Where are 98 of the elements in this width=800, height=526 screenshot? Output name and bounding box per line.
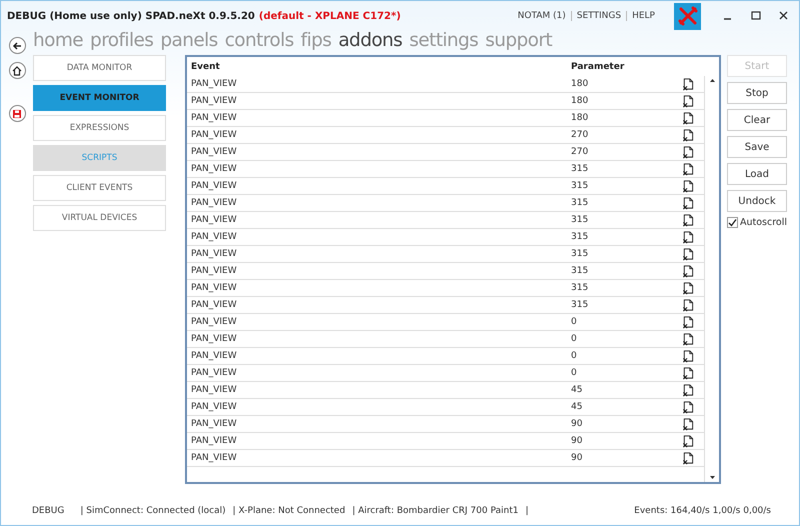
save-icon[interactable] bbox=[8, 105, 26, 122]
document-icon[interactable] bbox=[681, 248, 695, 260]
table-cell-text: PAN_VIEW bbox=[190, 164, 238, 174]
document-icon[interactable] bbox=[681, 128, 695, 142]
table-cell-text: 0 bbox=[571, 334, 578, 344]
document-icon[interactable] bbox=[681, 180, 695, 192]
header-link[interactable]: HELP bbox=[626, 11, 660, 21]
document-icon[interactable] bbox=[681, 78, 695, 90]
table-cell-text: 315 bbox=[571, 181, 590, 191]
home-icon[interactable] bbox=[8, 62, 26, 79]
table-cell-text: PAN_VIEW bbox=[190, 232, 238, 242]
table-cell-text: 45 bbox=[571, 402, 584, 412]
table-cell-text: 315 bbox=[571, 300, 590, 310]
sidebar-item[interactable]: DATA MONITOR bbox=[33, 55, 166, 81]
document-icon[interactable] bbox=[681, 230, 695, 244]
table-cell-text: PAN_VIEW bbox=[190, 249, 238, 259]
document-icon[interactable] bbox=[681, 282, 695, 294]
table-cell-text: PAN_VIEW bbox=[190, 368, 238, 378]
document-icon[interactable] bbox=[681, 112, 695, 124]
table-cell-text: PAN_VIEW bbox=[190, 334, 238, 344]
table-cell-text: 315 bbox=[571, 283, 590, 293]
document-icon[interactable] bbox=[681, 384, 695, 396]
table-cell-text: 315 bbox=[571, 266, 590, 276]
checkbox-label: Autoscroll bbox=[740, 217, 788, 228]
window-title: DEBUG (Home use only) SPAD.neXt 0.9.5.20 bbox=[7, 10, 255, 22]
status-text: | bbox=[525, 506, 529, 516]
back-icon[interactable] bbox=[8, 37, 26, 54]
status-text: | Aircraft: Bombardier CRJ 700 Paint1 bbox=[352, 506, 518, 516]
table-cell-text: 315 bbox=[571, 232, 590, 242]
status-text: | X-Plane: Not Connected bbox=[232, 506, 346, 516]
table-cell-text: 45 bbox=[571, 385, 584, 395]
status-text: DEBUG bbox=[32, 506, 64, 516]
table-cell-text: PAN_VIEW bbox=[190, 436, 238, 446]
action-button[interactable]: Load bbox=[727, 163, 787, 185]
table-cell-text: 180 bbox=[571, 79, 590, 89]
profile-name: (default - XPLANE C172*) bbox=[258, 10, 401, 22]
table-cell-text: 0 bbox=[571, 317, 578, 327]
table-cell-text: PAN_VIEW bbox=[190, 198, 238, 208]
document-icon[interactable] bbox=[681, 264, 695, 278]
table-cell-text: PAN_VIEW bbox=[190, 147, 238, 157]
table-cell-text: 270 bbox=[571, 147, 590, 157]
table-cell-text: PAN_VIEW bbox=[190, 402, 238, 412]
table-cell-text: 0 bbox=[571, 368, 578, 378]
document-icon[interactable] bbox=[681, 366, 695, 380]
table-cell-text: PAN_VIEW bbox=[190, 130, 238, 140]
column-header: Parameter bbox=[571, 62, 626, 72]
sidebar-item[interactable]: EXPRESSIONS bbox=[33, 115, 166, 141]
action-button[interactable]: Clear bbox=[727, 109, 787, 131]
table-cell-text: 0 bbox=[571, 351, 578, 361]
table-cell-text: 90 bbox=[571, 453, 584, 463]
header-link[interactable]: NOTAM (1) bbox=[512, 11, 571, 21]
table-cell-text: 180 bbox=[571, 113, 590, 123]
events-rate: Events: 164,40/s 1,00/s 0,00/s bbox=[634, 506, 771, 516]
table-cell-text: PAN_VIEW bbox=[190, 79, 238, 89]
status-text: | SimConnect: Connected (local) bbox=[80, 506, 226, 516]
autoscroll-checkbox[interactable] bbox=[727, 217, 738, 228]
sidebar-item[interactable]: EVENT MONITOR bbox=[33, 85, 166, 111]
document-icon[interactable] bbox=[681, 418, 695, 430]
document-icon[interactable] bbox=[681, 434, 695, 448]
sidebar-item[interactable]: CLIENT EVENTS bbox=[33, 175, 166, 201]
table-cell-text: 270 bbox=[571, 130, 590, 140]
document-icon[interactable] bbox=[681, 400, 695, 414]
table-cell-text: PAN_VIEW bbox=[190, 351, 238, 361]
table-cell-text: PAN_VIEW bbox=[190, 300, 238, 310]
table-cell-text: 180 bbox=[571, 96, 590, 106]
column-header: Event bbox=[190, 62, 221, 72]
document-icon[interactable] bbox=[681, 146, 695, 158]
table-cell-text: PAN_VIEW bbox=[190, 385, 238, 395]
document-icon[interactable] bbox=[681, 196, 695, 210]
nav-tab[interactable]: addons bbox=[338, 30, 402, 50]
table-cell-text: PAN_VIEW bbox=[190, 96, 238, 106]
table-cell-text: 315 bbox=[571, 249, 590, 259]
document-icon[interactable] bbox=[681, 94, 695, 108]
table-cell-text: PAN_VIEW bbox=[190, 283, 238, 293]
table-cell-text: PAN_VIEW bbox=[190, 317, 238, 327]
action-button[interactable]: Undock bbox=[727, 190, 787, 212]
table-cell-text: 315 bbox=[571, 198, 590, 208]
document-icon[interactable] bbox=[681, 298, 695, 312]
document-icon[interactable] bbox=[681, 332, 695, 346]
table-cell-text: 315 bbox=[571, 215, 590, 225]
document-icon[interactable] bbox=[681, 452, 695, 464]
table-cell-text: 315 bbox=[571, 164, 590, 174]
document-icon[interactable] bbox=[681, 214, 695, 226]
sidebar-item[interactable]: VIRTUAL DEVICES bbox=[33, 205, 166, 231]
header-link[interactable]: SETTINGS bbox=[570, 11, 626, 21]
table-cell-text: PAN_VIEW bbox=[190, 453, 238, 463]
table-cell-text: 90 bbox=[571, 419, 584, 429]
table-cell-text: PAN_VIEW bbox=[190, 113, 238, 123]
document-icon[interactable] bbox=[681, 162, 695, 176]
table-cell-text: PAN_VIEW bbox=[190, 419, 238, 429]
table-cell-text: PAN_VIEW bbox=[190, 181, 238, 191]
document-icon[interactable] bbox=[681, 316, 695, 328]
document-icon[interactable] bbox=[681, 350, 695, 362]
action-button[interactable]: Save bbox=[727, 136, 787, 158]
table-cell-text: PAN_VIEW bbox=[190, 215, 238, 225]
table-cell-text: PAN_VIEW bbox=[190, 266, 238, 276]
action-button[interactable]: Stop bbox=[727, 82, 787, 104]
table-cell-text: 90 bbox=[571, 436, 584, 446]
